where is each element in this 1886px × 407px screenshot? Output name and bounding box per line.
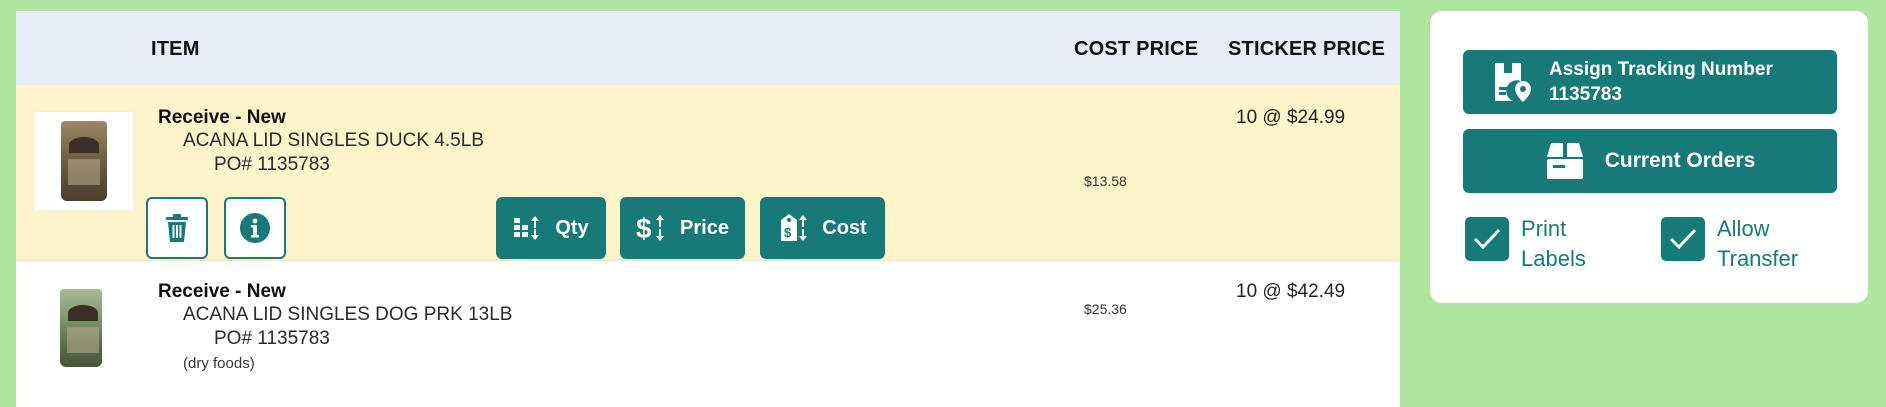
item-po-number: PO# 1135783 (214, 154, 330, 175)
info-icon (240, 213, 270, 243)
table-row[interactable]: Receive - New ACANA LID SINGLES DUCK 4.5… (16, 85, 1400, 261)
qty-button[interactable]: Qty (496, 197, 606, 259)
print-labels-line1: Print (1521, 216, 1567, 241)
receive-actions-panel: Assign Tracking Number 1135783 Current O… (1430, 11, 1868, 303)
item-sticker-price: 10 @ $42.49 (1236, 281, 1346, 302)
assign-tracking-title: Assign Tracking Number (1549, 59, 1773, 80)
print-labels-line2: Labels (1521, 246, 1586, 271)
print-labels-label: Print Labels (1521, 214, 1586, 274)
assign-tracking-number-button[interactable]: Assign Tracking Number 1135783 (1463, 50, 1837, 114)
product-bag-image (60, 289, 102, 367)
cost-tag-icon: $ (781, 214, 808, 241)
current-orders-button[interactable]: Current Orders (1463, 129, 1837, 193)
cost-label: Cost (822, 216, 867, 239)
product-bag-image (61, 121, 107, 201)
checkmark-icon (1473, 228, 1501, 250)
delete-button[interactable] (146, 197, 208, 259)
item-cost-price: $25.36 (1084, 301, 1127, 317)
product-image (34, 111, 134, 211)
price-label: Price (680, 216, 729, 239)
qty-label: Qty (555, 216, 589, 239)
cost-button[interactable]: $ Cost (760, 197, 885, 259)
item-category: (dry foods) (183, 355, 255, 372)
header-sticker-price: STICKER PRICE (1228, 38, 1386, 60)
item-status: Receive - New (158, 107, 286, 128)
box-icon (1546, 143, 1583, 179)
tracking-package-icon (1495, 63, 1531, 102)
print-labels-checkbox[interactable]: Print Labels (1465, 214, 1586, 274)
header-cost-price: COST PRICE (1074, 38, 1199, 60)
allow-transfer-label: Allow Transfer (1717, 214, 1798, 274)
price-button[interactable]: $ Price (620, 197, 745, 259)
allow-transfer-line2: Transfer (1717, 246, 1799, 271)
assign-tracking-label: Assign Tracking Number 1135783 (1549, 57, 1773, 107)
qty-adjust-icon (514, 216, 540, 240)
checkbox-checked[interactable] (1465, 217, 1509, 261)
checkbox-checked[interactable] (1661, 217, 1705, 261)
table-header: ITEM COST PRICE STICKER PRICE (16, 11, 1400, 85)
product-image (44, 283, 118, 373)
receiving-screen: ITEM COST PRICE STICKER PRICE Receive - … (0, 0, 1886, 407)
item-cost-price: $13.58 (1084, 173, 1127, 189)
header-item: ITEM (151, 38, 200, 60)
price-adjust-icon: $ (636, 213, 665, 243)
item-po-number: PO# 1135783 (214, 328, 330, 349)
info-button[interactable] (224, 197, 286, 259)
item-name: ACANA LID SINGLES DOG PRK 13LB (183, 304, 513, 325)
trash-icon (166, 214, 188, 242)
svg-text:$: $ (784, 225, 792, 240)
current-orders-label: Current Orders (1604, 149, 1756, 172)
item-sticker-price: 10 @ $24.99 (1236, 107, 1346, 128)
items-table: ITEM COST PRICE STICKER PRICE Receive - … (16, 11, 1400, 407)
item-name: ACANA LID SINGLES DUCK 4.5LB (183, 130, 484, 151)
table-row[interactable]: Receive - New ACANA LID SINGLES DOG PRK … (16, 261, 1400, 407)
allow-transfer-line1: Allow (1717, 216, 1770, 241)
allow-transfer-checkbox[interactable]: Allow Transfer (1661, 214, 1798, 274)
assign-tracking-number: 1135783 (1549, 84, 1622, 105)
item-status: Receive - New (158, 281, 286, 302)
svg-text:$: $ (636, 213, 652, 243)
checkmark-icon (1669, 228, 1697, 250)
